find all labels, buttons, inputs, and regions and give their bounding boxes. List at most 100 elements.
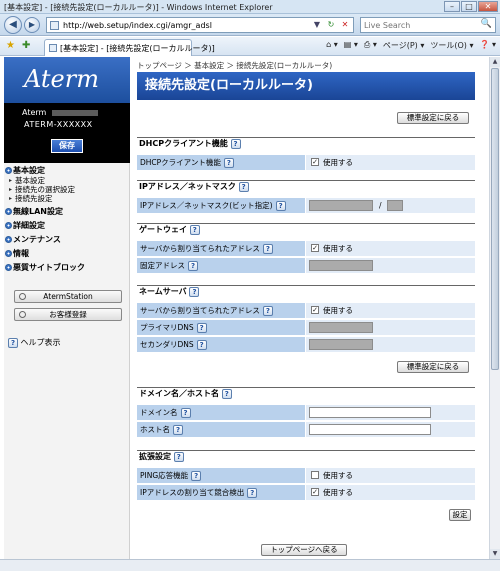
print-button[interactable]: ⎙ ▾ <box>364 40 377 51</box>
scroll-up-icon[interactable]: ▲ <box>490 57 500 67</box>
browser-tab[interactable]: [基本設定] - [接続先設定(ローカルルータ)] <box>44 39 215 56</box>
feeds-button[interactable]: ▤ ▾ <box>344 40 358 51</box>
help-icon[interactable]: ? <box>262 244 273 254</box>
menu-sub-basic[interactable]: 基本設定 <box>4 176 130 185</box>
refresh-icon[interactable]: ↻ <box>325 19 337 31</box>
customer-registration-button[interactable]: お客様登録 <box>14 308 122 321</box>
aterm-station-button[interactable]: AtermStation <box>14 290 122 303</box>
minimize-button[interactable]: – <box>444 1 460 12</box>
address-dropdown-icon[interactable]: ▼ <box>311 19 323 31</box>
home-button[interactable]: ⌂ ▾ <box>326 40 338 51</box>
page-menu[interactable]: ページ(P) ▾ <box>383 40 424 51</box>
help-icon[interactable]: ? <box>173 451 184 462</box>
menu-item-wireless[interactable]: 無線LAN設定 <box>4 206 130 217</box>
reset-defaults-button-middle[interactable]: 標準設定に戻る <box>397 361 469 373</box>
dhcp-checkbox[interactable]: ✓ <box>311 158 319 166</box>
help-icon[interactable]: ? <box>247 488 258 498</box>
address-row: ◀ ▶ http://web.setup/index.cgi/amgr_adsl… <box>0 14 500 36</box>
vertical-scrollbar[interactable]: ▲ ▼ <box>489 57 500 559</box>
form-row: IPアドレス／ネットマスク(ビット指定)? / <box>137 198 475 213</box>
help-icon[interactable]: ? <box>196 340 207 350</box>
form-row: DHCPクライアント機能? ✓ 使用する <box>137 155 475 170</box>
close-button[interactable]: ✕ <box>478 1 498 12</box>
help-icon[interactable]: ? <box>180 408 191 418</box>
domain-name-input[interactable] <box>309 407 431 418</box>
primary-dns-input[interactable] <box>309 322 373 333</box>
address-url[interactable]: http://web.setup/index.cgi/amgr_adsl <box>63 21 212 30</box>
window-controls: – □ ✕ <box>443 1 498 12</box>
help-menu[interactable]: ❓ ▾ <box>479 40 496 51</box>
help-icon[interactable]: ? <box>275 201 286 211</box>
ip-conflict-checkbox[interactable]: ✓ <box>311 488 319 496</box>
stop-icon[interactable]: ✕ <box>339 19 351 31</box>
bullet-icon <box>5 250 12 257</box>
help-icon[interactable]: ? <box>262 306 273 316</box>
section-title: ゲートウェイ ? <box>137 223 475 235</box>
gateway-auto-checkbox[interactable]: ✓ <box>311 244 319 252</box>
favorites-star-icon[interactable]: ★ <box>6 40 15 51</box>
apply-button[interactable]: 設定 <box>449 509 471 521</box>
form-row: 固定アドレス? <box>137 258 475 273</box>
address-bar[interactable]: http://web.setup/index.cgi/amgr_adsl ▼ ↻… <box>46 17 354 33</box>
menu-sub-target[interactable]: 接続先設定 <box>4 194 130 203</box>
section-title: 拡張設定 ? <box>137 450 475 462</box>
address-buttons: ▼ ↻ ✕ <box>309 19 351 31</box>
help-icon[interactable]: ? <box>189 286 200 297</box>
window-title: [基本設定] - [接続先設定(ローカルルータ)] - Windows Inte… <box>4 3 273 12</box>
search-icon[interactable]: 🔍 <box>481 19 492 29</box>
reset-defaults-button-top[interactable]: 標準設定に戻る <box>397 112 469 124</box>
station-icon <box>19 293 26 300</box>
form-row: ホスト名? <box>137 422 475 437</box>
help-icon[interactable]: ? <box>238 181 249 192</box>
form-row: セカンダリDNS? <box>137 337 475 352</box>
help-icon[interactable]: ? <box>173 425 183 435</box>
dns-auto-checkbox[interactable]: ✓ <box>311 306 319 314</box>
form-row: プライマリDNS? <box>137 320 475 335</box>
section-title: ドメイン名／ホスト名 ? <box>137 387 475 399</box>
menu-item-basic[interactable]: 基本設定 <box>4 165 130 176</box>
back-button[interactable]: ◀ <box>4 16 22 34</box>
help-icon[interactable]: ? <box>191 471 202 481</box>
help-link[interactable]: ? ヘルプ表示 <box>8 337 61 348</box>
forward-button[interactable]: ▶ <box>24 17 40 33</box>
page-title: 接続先設定(ローカルルータ) <box>137 72 475 100</box>
form-row: PING応答機能? 使用する <box>137 468 475 483</box>
add-favorite-icon[interactable]: ✚ <box>22 40 30 51</box>
bullet-icon <box>5 208 12 215</box>
scroll-down-icon[interactable]: ▼ <box>490 549 500 559</box>
search-box[interactable]: 🔍 <box>360 17 496 33</box>
save-button[interactable]: 保存 <box>51 139 83 153</box>
ip-address-input[interactable] <box>309 200 373 211</box>
help-icon[interactable]: ? <box>188 261 198 271</box>
menu-item-info[interactable]: 情報 <box>4 248 130 259</box>
help-icon: ? <box>8 337 18 348</box>
search-input[interactable] <box>361 18 471 32</box>
menu-item-maintenance[interactable]: メンテナンス <box>4 234 130 245</box>
help-icon[interactable]: ? <box>221 388 232 399</box>
back-to-top-button[interactable]: トップページへ戻る <box>261 544 347 556</box>
fixed-gateway-input[interactable] <box>309 260 373 271</box>
registration-icon <box>19 311 26 318</box>
secondary-dns-input[interactable] <box>309 339 373 350</box>
netmask-input[interactable] <box>387 200 403 211</box>
menu-sub-select-target[interactable]: 接続先の選択設定 <box>4 185 130 194</box>
bullet-icon <box>5 222 12 229</box>
help-icon[interactable]: ? <box>230 138 241 149</box>
tools-menu[interactable]: ツール(O) ▾ <box>430 40 473 51</box>
host-name-input[interactable] <box>309 424 431 435</box>
status-bar <box>0 559 500 571</box>
help-icon[interactable]: ? <box>189 224 200 235</box>
help-icon[interactable]: ? <box>223 158 234 168</box>
menu-item-advanced[interactable]: 詳細設定 <box>4 220 130 231</box>
sidebar-menu: 基本設定 基本設定 接続先の選択設定 接続先設定 無線LAN設定 詳細設定 メン… <box>4 165 130 273</box>
sidebar: Aterm Aterm ATERM-XXXXXX 保存 基本設定 基本設定 接続… <box>4 57 130 559</box>
ping-response-checkbox[interactable] <box>311 471 319 479</box>
tab-title: [基本設定] - [接続先設定(ローカルルータ)] <box>60 44 215 53</box>
form-row: IPアドレスの割り当て競合検出? ✓ 使用する <box>137 485 475 500</box>
help-icon[interactable]: ? <box>196 323 207 333</box>
maximize-button[interactable]: □ <box>461 1 477 12</box>
main-content: トップページ ＞ 基本設定 ＞ 接続先設定(ローカルルータ) 接続先設定(ローカ… <box>131 57 488 559</box>
breadcrumb: トップページ ＞ 基本設定 ＞ 接続先設定(ローカルルータ) <box>137 61 333 70</box>
menu-item-site-block[interactable]: 悪質サイトブロック <box>4 262 130 273</box>
scroll-thumb[interactable] <box>491 68 499 370</box>
